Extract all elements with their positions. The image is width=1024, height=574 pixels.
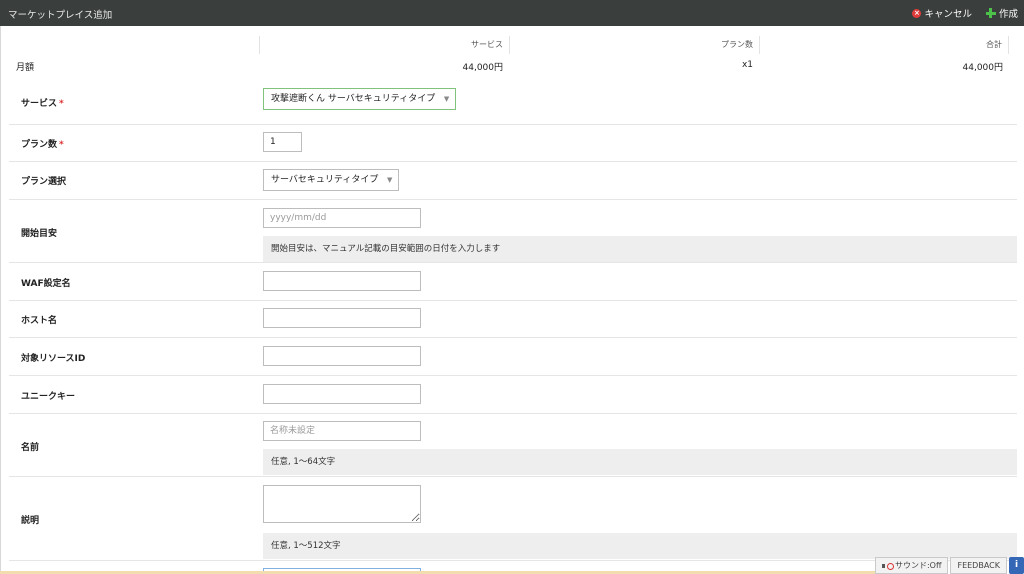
plan-count-input[interactable]: 1 [263, 132, 302, 152]
host-name-input[interactable] [263, 308, 421, 328]
summary-label: 月額 [16, 63, 35, 73]
resource-id-input[interactable] [263, 346, 421, 366]
form-content: サービス プラン数 合計 月額 44,000円 x1 44,000円 サービス *… [0, 26, 1024, 574]
start-label: 開始目安 [21, 229, 58, 239]
summary-header: サービス プラン数 合計 [1, 36, 1017, 54]
unique-key-label: ユニークキー [21, 392, 76, 402]
info-icon[interactable]: i [1009, 557, 1024, 574]
service-row: サービス * 攻撃遮断くん サーバセキュリティタイプ ▼ [9, 80, 1017, 125]
chevron-down-icon: ▼ [443, 95, 450, 103]
cancel-button[interactable]: × キャンセル [912, 6, 972, 20]
title-bar: マーケットプレイス追加 × キャンセル 作成 [0, 0, 1024, 26]
host-label: ホスト名 [21, 316, 58, 326]
unique-key-row: ユニークキー [9, 376, 1017, 414]
cancel-label: キャンセル [924, 9, 972, 20]
unique-key-input[interactable] [263, 384, 421, 404]
waf-row: WAF設定名 [9, 263, 1017, 301]
summary-plan-count: x1 [741, 60, 753, 70]
start-hint: 開始目安は、マニュアル記載の目安範囲の日付を入力します [263, 236, 1017, 262]
speaker-icon [881, 562, 894, 570]
name-row: 名前 任意, 1〜64文字 [9, 414, 1017, 477]
page-title: マーケットプレイス追加 [8, 10, 113, 21]
host-row: ホスト名 [9, 301, 1017, 338]
summary-header-total: 合計 [759, 36, 1009, 54]
name-input[interactable] [263, 421, 421, 441]
chevron-down-icon: ▼ [386, 176, 393, 184]
description-row: 説明 任意, 1〜512文字 [9, 477, 1017, 561]
plus-icon [985, 8, 996, 18]
summary-total-price: 44,000円 [962, 63, 1004, 73]
close-icon: × [912, 8, 922, 18]
resource-id-row: 対象リソースID [9, 338, 1017, 376]
footer-bar: サウンド:Off FEEDBACK i [874, 557, 1024, 574]
plan-select-label: プラン選択 [21, 177, 67, 187]
service-select[interactable]: 攻撃遮断くん サーバセキュリティタイプ ▼ [263, 88, 457, 110]
header-actions: × キャンセル 作成 [912, 6, 1018, 20]
waf-label: WAF設定名 [21, 279, 71, 289]
summary-row: 月額 44,000円 x1 44,000円 [1, 60, 1017, 76]
plan-count-row: プラン数 * 1 [9, 125, 1017, 162]
create-button[interactable]: 作成 [985, 6, 1018, 20]
description-label: 説明 [21, 516, 40, 526]
name-label: 名前 [21, 443, 40, 453]
description-hint: 任意, 1〜512文字 [263, 533, 1017, 559]
summary-header-service: サービス [259, 36, 509, 54]
service-label: サービス * [21, 99, 64, 109]
description-textarea[interactable] [263, 485, 421, 523]
start-date-input[interactable] [263, 208, 421, 228]
summary-service-price: 44,000円 [462, 63, 504, 73]
plan-select[interactable]: サーバセキュリティタイプ ▼ [263, 169, 400, 191]
sound-toggle-button[interactable]: サウンド:Off [874, 557, 949, 574]
resource-id-label: 対象リソースID [21, 354, 86, 364]
create-label: 作成 [998, 9, 1018, 20]
plan-select-row: プラン選択 サーバセキュリティタイプ ▼ [9, 162, 1017, 200]
waf-name-input[interactable] [263, 271, 421, 291]
plan-count-label: プラン数 * [21, 140, 64, 150]
name-hint: 任意, 1〜64文字 [263, 449, 1017, 475]
start-row: 開始目安 開始目安は、マニュアル記載の目安範囲の日付を入力します [9, 200, 1017, 263]
feedback-button[interactable]: FEEDBACK [950, 557, 1007, 574]
summary-header-plans: プラン数 [509, 36, 759, 54]
